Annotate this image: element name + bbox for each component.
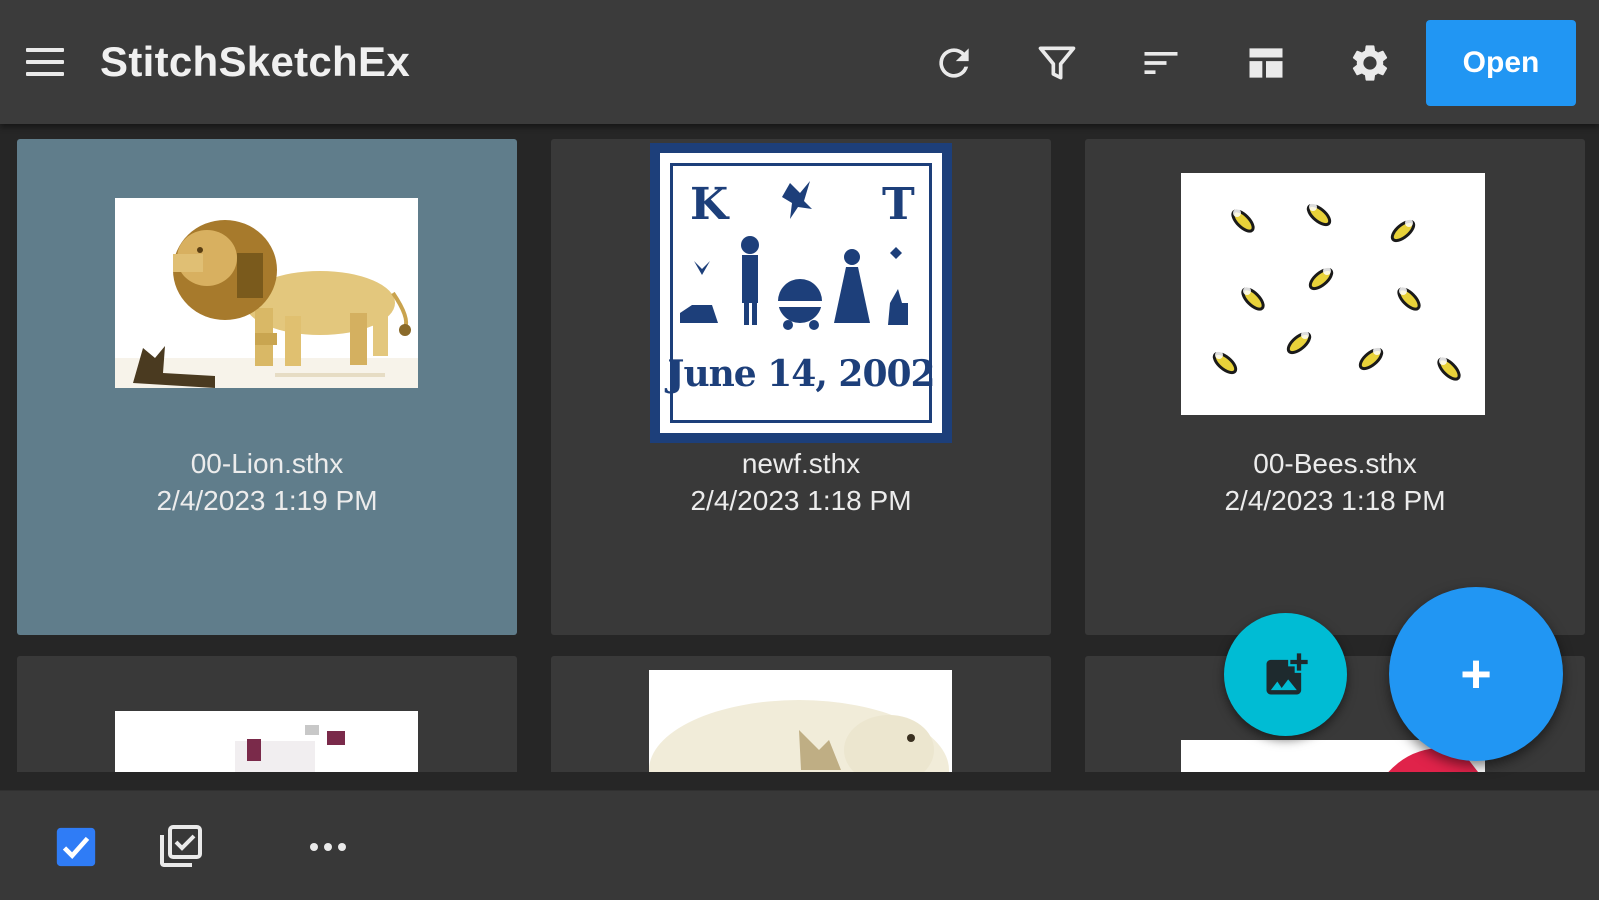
file-name: newf.sthx xyxy=(741,448,861,479)
app-bar: StitchSketchEx Open xyxy=(0,0,1599,124)
lion-thumbnail xyxy=(115,198,418,388)
layout-icon[interactable] xyxy=(1241,38,1291,88)
more-icon[interactable] xyxy=(302,821,354,873)
refresh-icon[interactable] xyxy=(929,38,979,88)
filter-icon[interactable] xyxy=(1032,38,1082,88)
sampler-date-text: June 14, 2002 xyxy=(667,353,935,395)
open-button[interactable]: Open xyxy=(1426,20,1576,106)
thumbnail-partial-1 xyxy=(115,711,418,772)
file-caption: 00-Bees.sthx 2/4/2023 1:18 PM xyxy=(1085,445,1585,519)
file-grid: 00-Lion.sthx 2/4/2023 1:19 PM K T June 1… xyxy=(0,124,1599,772)
thumbnail-partial-2 xyxy=(649,670,952,772)
sampler-thumbnail: K T June 14, 2002 xyxy=(650,143,952,443)
select-all-icon[interactable] xyxy=(154,821,206,873)
file-card-partial-2[interactable] xyxy=(551,656,1051,772)
file-date: 2/4/2023 1:18 PM xyxy=(1224,485,1446,516)
select-checkbox-icon[interactable] xyxy=(50,821,102,873)
app-title: StitchSketchEx xyxy=(100,38,410,85)
file-card-newf[interactable]: K T June 14, 2002 newf.sthx 2/4/2023 1:1… xyxy=(551,139,1051,635)
add-image-button[interactable] xyxy=(1224,613,1347,736)
file-caption: newf.sthx 2/4/2023 1:18 PM xyxy=(551,445,1051,519)
file-date: 2/4/2023 1:19 PM xyxy=(156,485,378,516)
settings-icon[interactable] xyxy=(1345,38,1395,88)
file-name: 00-Lion.sthx xyxy=(190,448,344,479)
file-card-partial-1[interactable] xyxy=(17,656,517,772)
bottom-bar xyxy=(0,790,1599,900)
file-card-lion[interactable]: 00-Lion.sthx 2/4/2023 1:19 PM xyxy=(17,139,517,635)
add-new-button[interactable]: + xyxy=(1389,587,1563,761)
file-name: 00-Bees.sthx xyxy=(1253,448,1417,479)
menu-icon[interactable] xyxy=(22,40,66,84)
file-caption: 00-Lion.sthx 2/4/2023 1:19 PM xyxy=(17,445,517,519)
bees-thumbnail xyxy=(1181,173,1485,415)
sort-icon[interactable] xyxy=(1136,38,1186,88)
file-date: 2/4/2023 1:18 PM xyxy=(690,485,912,516)
add-photo-icon xyxy=(1266,652,1308,694)
file-card-bees[interactable]: 00-Bees.sthx 2/4/2023 1:18 PM xyxy=(1085,139,1585,635)
